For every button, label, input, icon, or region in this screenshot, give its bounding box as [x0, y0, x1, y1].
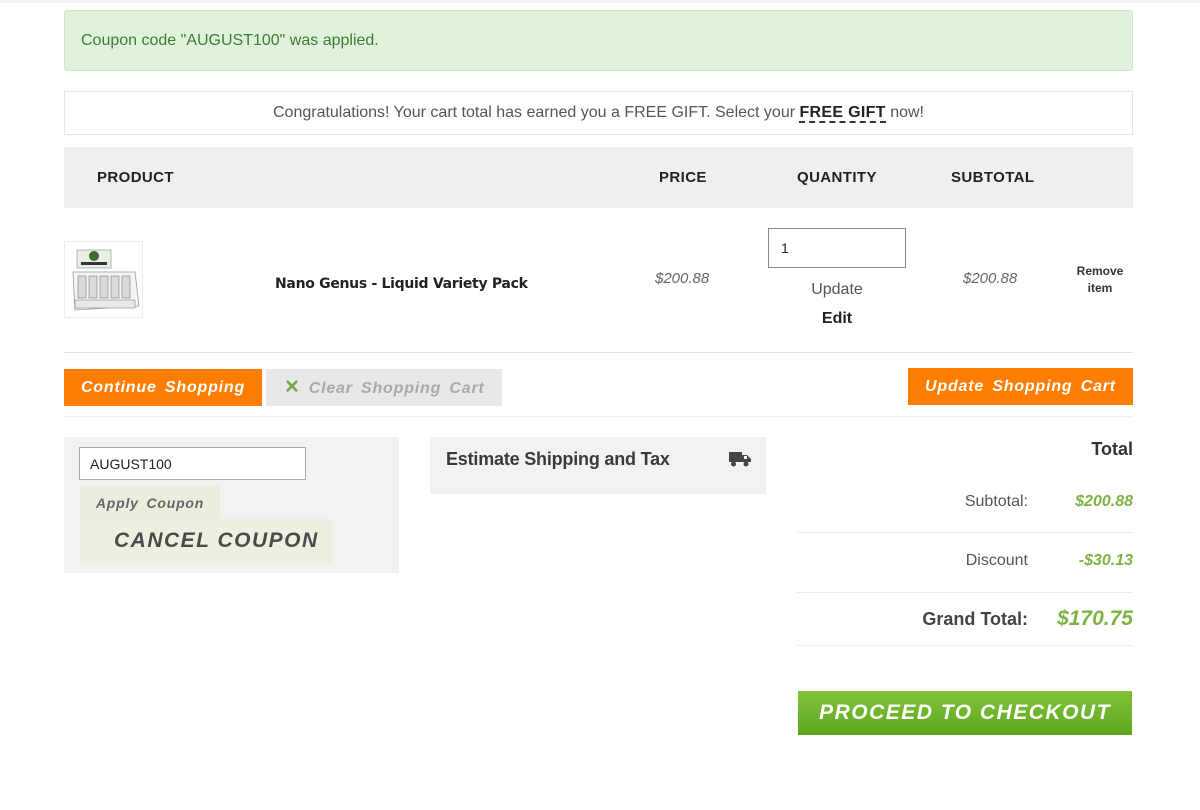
- totals-title: Total: [1091, 439, 1133, 459]
- truck-icon: [729, 452, 751, 467]
- top-border: [0, 0, 1200, 3]
- product-thumbnail[interactable]: [64, 241, 143, 318]
- totals-divider: [797, 532, 1133, 533]
- free-gift-link[interactable]: FREE GIFT: [799, 104, 886, 123]
- totals-divider: [797, 592, 1133, 593]
- coupon-code-input[interactable]: [79, 447, 306, 480]
- cart-table-header: PRODUCT PRICE QUANTITY SUBTOTAL: [64, 147, 1133, 208]
- cancel-coupon-button[interactable]: CANCEL COUPON: [80, 519, 332, 563]
- totals-divider: [797, 645, 1133, 646]
- quantity-input[interactable]: [768, 228, 906, 268]
- grand-total-value: $170.75: [1057, 607, 1133, 630]
- clear-cart-label: Clear Shopping Cart: [308, 380, 485, 397]
- grand-total-label: Grand Total:: [922, 609, 1028, 629]
- discount-label: Discount: [965, 552, 1028, 569]
- subtotal-label: Subtotal:: [964, 493, 1028, 510]
- free-gift-text: Congratulations! Your cart total has ear…: [272, 104, 800, 121]
- product-name-link[interactable]: Nano Genus - Liquid Variety Pack: [275, 276, 528, 292]
- estimate-shipping-title[interactable]: Estimate Shipping and Tax: [446, 449, 670, 470]
- coupon-success-message: Coupon code "AUGUST100" was applied.: [64, 10, 1133, 71]
- remove-item-link[interactable]: Remove item: [1066, 263, 1134, 297]
- update-quantity-link[interactable]: Update: [768, 281, 906, 299]
- close-icon: ✕: [284, 377, 301, 398]
- apply-coupon-button[interactable]: Apply Coupon: [80, 486, 220, 520]
- clear-cart-button[interactable]: ✕ Clear Shopping Cart: [266, 369, 502, 406]
- subtotal-value: $200.88: [1075, 493, 1133, 510]
- continue-shopping-button[interactable]: Continue Shopping: [64, 369, 262, 406]
- header-price: PRICE: [659, 169, 707, 186]
- update-cart-button[interactable]: Update Shopping Cart: [908, 368, 1133, 405]
- edit-item-link[interactable]: Edit: [768, 310, 906, 328]
- header-quantity: QUANTITY: [797, 169, 877, 186]
- header-subtotal: SUBTOTAL: [951, 169, 1035, 186]
- item-price: $200.88: [655, 270, 710, 287]
- discount-value: -$30.13: [1078, 552, 1133, 569]
- proceed-to-checkout-button[interactable]: PROCEED TO CHECKOUT: [798, 691, 1132, 735]
- free-gift-suffix: now!: [885, 104, 924, 121]
- section-divider: [64, 416, 1133, 417]
- product-box-image: [65, 242, 142, 317]
- header-product: PRODUCT: [97, 169, 174, 186]
- item-subtotal: $200.88: [963, 270, 1018, 287]
- free-gift-notice: Congratulations! Your cart total has ear…: [64, 91, 1133, 135]
- row-divider: [64, 352, 1133, 353]
